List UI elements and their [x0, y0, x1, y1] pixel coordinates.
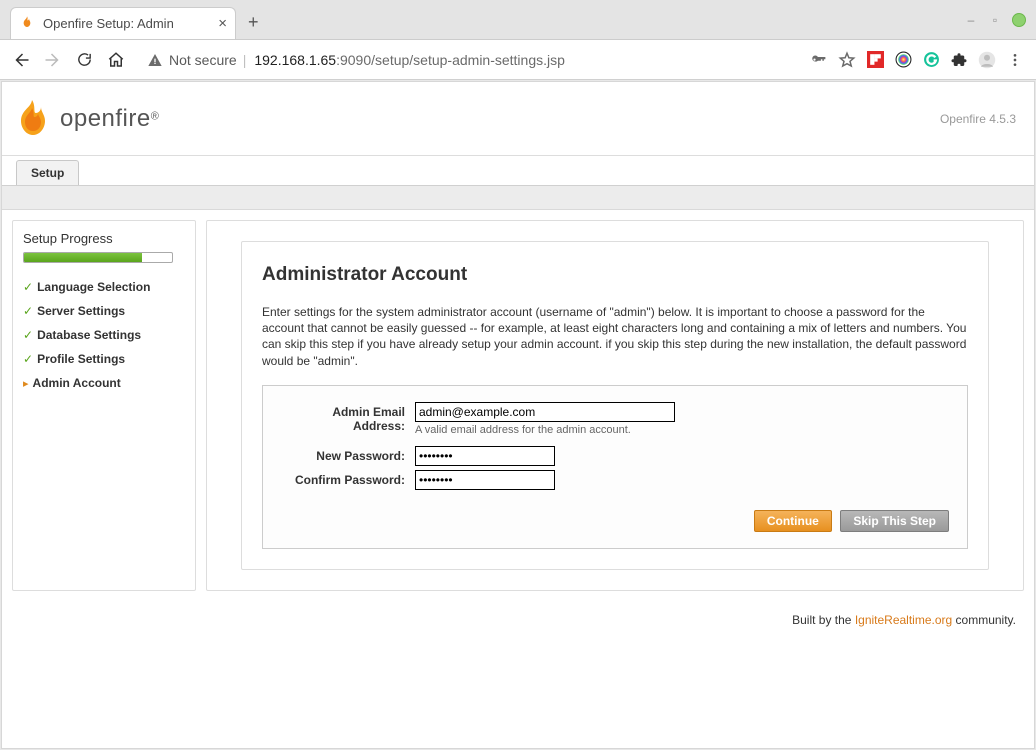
profile-avatar-icon[interactable] — [978, 51, 996, 69]
star-icon[interactable] — [838, 51, 856, 69]
tab-setup[interactable]: Setup — [16, 160, 79, 185]
footer-community: community. — [952, 613, 1016, 627]
reload-button[interactable] — [76, 51, 93, 68]
brand-logo: openfire® — [12, 98, 159, 140]
email-field[interactable] — [415, 402, 675, 422]
sidebar-title: Setup Progress — [23, 231, 185, 246]
window-close-icon[interactable] — [1012, 13, 1026, 27]
page-tabs: Setup — [2, 156, 1034, 186]
check-icon: ✓ — [23, 352, 33, 366]
step-server-settings[interactable]: ✓Server Settings — [23, 299, 185, 323]
brand-header: openfire® Openfire 4.5.3 — [2, 82, 1034, 156]
email-label: Admin Email Address: — [281, 402, 415, 433]
page-title: Administrator Account — [262, 264, 968, 286]
step-language-selection[interactable]: ✓Language Selection — [23, 275, 185, 299]
toolbar-icons — [810, 51, 1024, 69]
check-icon: ✓ — [23, 304, 33, 318]
brand-name: openfire® — [60, 105, 159, 133]
confirm-password-label: Confirm Password: — [281, 470, 415, 487]
skip-button[interactable]: Skip This Step — [840, 510, 949, 532]
step-profile-settings[interactable]: ✓Profile Settings — [23, 347, 185, 371]
window-minimize-icon[interactable]: – — [964, 13, 978, 27]
window-maximize-icon[interactable]: ▫ — [988, 13, 1002, 27]
key-icon[interactable] — [810, 51, 828, 69]
current-arrow-icon: ▸ — [23, 377, 29, 390]
confirm-password-field[interactable] — [415, 470, 555, 490]
window-controls: – ▫ — [964, 13, 1026, 27]
form-panel: Admin Email Address: A valid email addre… — [262, 385, 968, 549]
flame-logo-icon — [12, 98, 52, 140]
sidebar: Setup Progress ✓Language Selection ✓Serv… — [12, 220, 196, 591]
email-hint: A valid email address for the admin acco… — [415, 424, 675, 436]
warning-triangle-icon — [147, 52, 163, 68]
url-text: 192.168.1.65:9090/setup/setup-admin-sett… — [254, 52, 565, 68]
tab-title: Openfire Setup: Admin — [43, 16, 212, 31]
progress-bar — [23, 252, 173, 263]
ignite-realtime-link[interactable]: IgniteRealtime.org — [855, 613, 952, 627]
new-password-label: New Password: — [281, 446, 415, 463]
rainbow-ext-icon[interactable] — [894, 51, 912, 69]
footer-built-by: Built by the — [792, 613, 855, 627]
extensions-puzzle-icon[interactable] — [950, 51, 968, 69]
address-bar[interactable]: Not secure | 192.168.1.65:9090/setup/set… — [139, 46, 796, 74]
step-database-settings[interactable]: ✓Database Settings — [23, 323, 185, 347]
window-titlebar: Openfire Setup: Admin × + – ▫ — [0, 0, 1036, 40]
favicon-flame-icon — [19, 15, 35, 31]
browser-tab[interactable]: Openfire Setup: Admin × — [10, 7, 236, 39]
new-tab-button[interactable]: + — [242, 8, 265, 37]
check-icon: ✓ — [23, 280, 33, 294]
not-secure-label: Not secure — [169, 52, 237, 68]
content-box: Administrator Account Enter settings for… — [241, 241, 989, 570]
content-area: Administrator Account Enter settings for… — [206, 220, 1024, 591]
step-list: ✓Language Selection ✓Server Settings ✓Da… — [23, 275, 185, 395]
page-description: Enter settings for the system administra… — [262, 304, 968, 369]
button-row: Continue Skip This Step — [281, 510, 949, 532]
check-icon: ✓ — [23, 328, 33, 342]
progress-fill — [24, 253, 142, 262]
browser-toolbar: Not secure | 192.168.1.65:9090/setup/set… — [0, 40, 1036, 80]
tab-close-icon[interactable]: × — [212, 15, 227, 32]
sub-toolbar — [2, 186, 1034, 210]
continue-button[interactable]: Continue — [754, 510, 832, 532]
grammarly-ext-icon[interactable] — [922, 51, 940, 69]
page: openfire® Openfire 4.5.3 Setup Setup Pro… — [1, 81, 1035, 749]
footer: Built by the IgniteRealtime.org communit… — [2, 601, 1034, 627]
menu-dots-icon[interactable] — [1006, 51, 1024, 69]
home-button[interactable] — [107, 51, 125, 69]
flipboard-ext-icon[interactable] — [866, 51, 884, 69]
security-status[interactable]: Not secure | — [147, 52, 246, 68]
version-text: Openfire 4.5.3 — [940, 112, 1016, 126]
forward-button[interactable] — [44, 51, 62, 69]
back-button[interactable] — [12, 51, 30, 69]
step-admin-account[interactable]: ▸Admin Account — [23, 371, 185, 395]
new-password-field[interactable] — [415, 446, 555, 466]
